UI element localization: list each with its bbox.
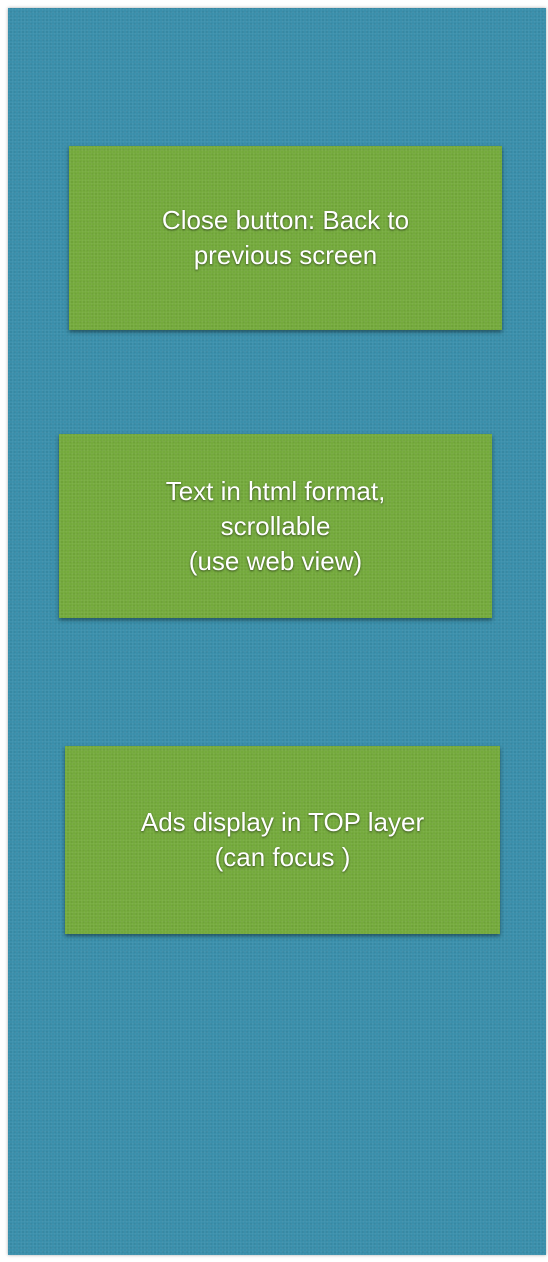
html-text-note-text: Text in html format, scrollable (use web… [166, 474, 386, 579]
ads-layer-note-line-1: Ads display in TOP layer [140, 807, 425, 837]
ads-layer-note-line-2: (can focus ) [214, 842, 351, 872]
html-text-note-line-3: (use web view) [188, 545, 363, 576]
ads-layer-note-text: Ads display in TOP layer (can focus ) [141, 805, 424, 875]
html-text-note-line-2: scrollable [220, 510, 331, 541]
close-button-note-line-1: Close button: Back to [161, 205, 410, 235]
close-button-note-text: Close button: Back to previous screen [162, 203, 409, 273]
html-text-note: Text in html format, scrollable (use web… [59, 434, 492, 618]
close-button-note-line-2: previous screen [193, 240, 378, 270]
close-button-note: Close button: Back to previous screen [69, 146, 502, 330]
html-text-note-line-1: Text in html format, [165, 475, 386, 506]
diagram-canvas: Close button: Back to previous screen Te… [8, 8, 546, 1255]
ads-layer-note: Ads display in TOP layer (can focus ) [65, 746, 500, 934]
